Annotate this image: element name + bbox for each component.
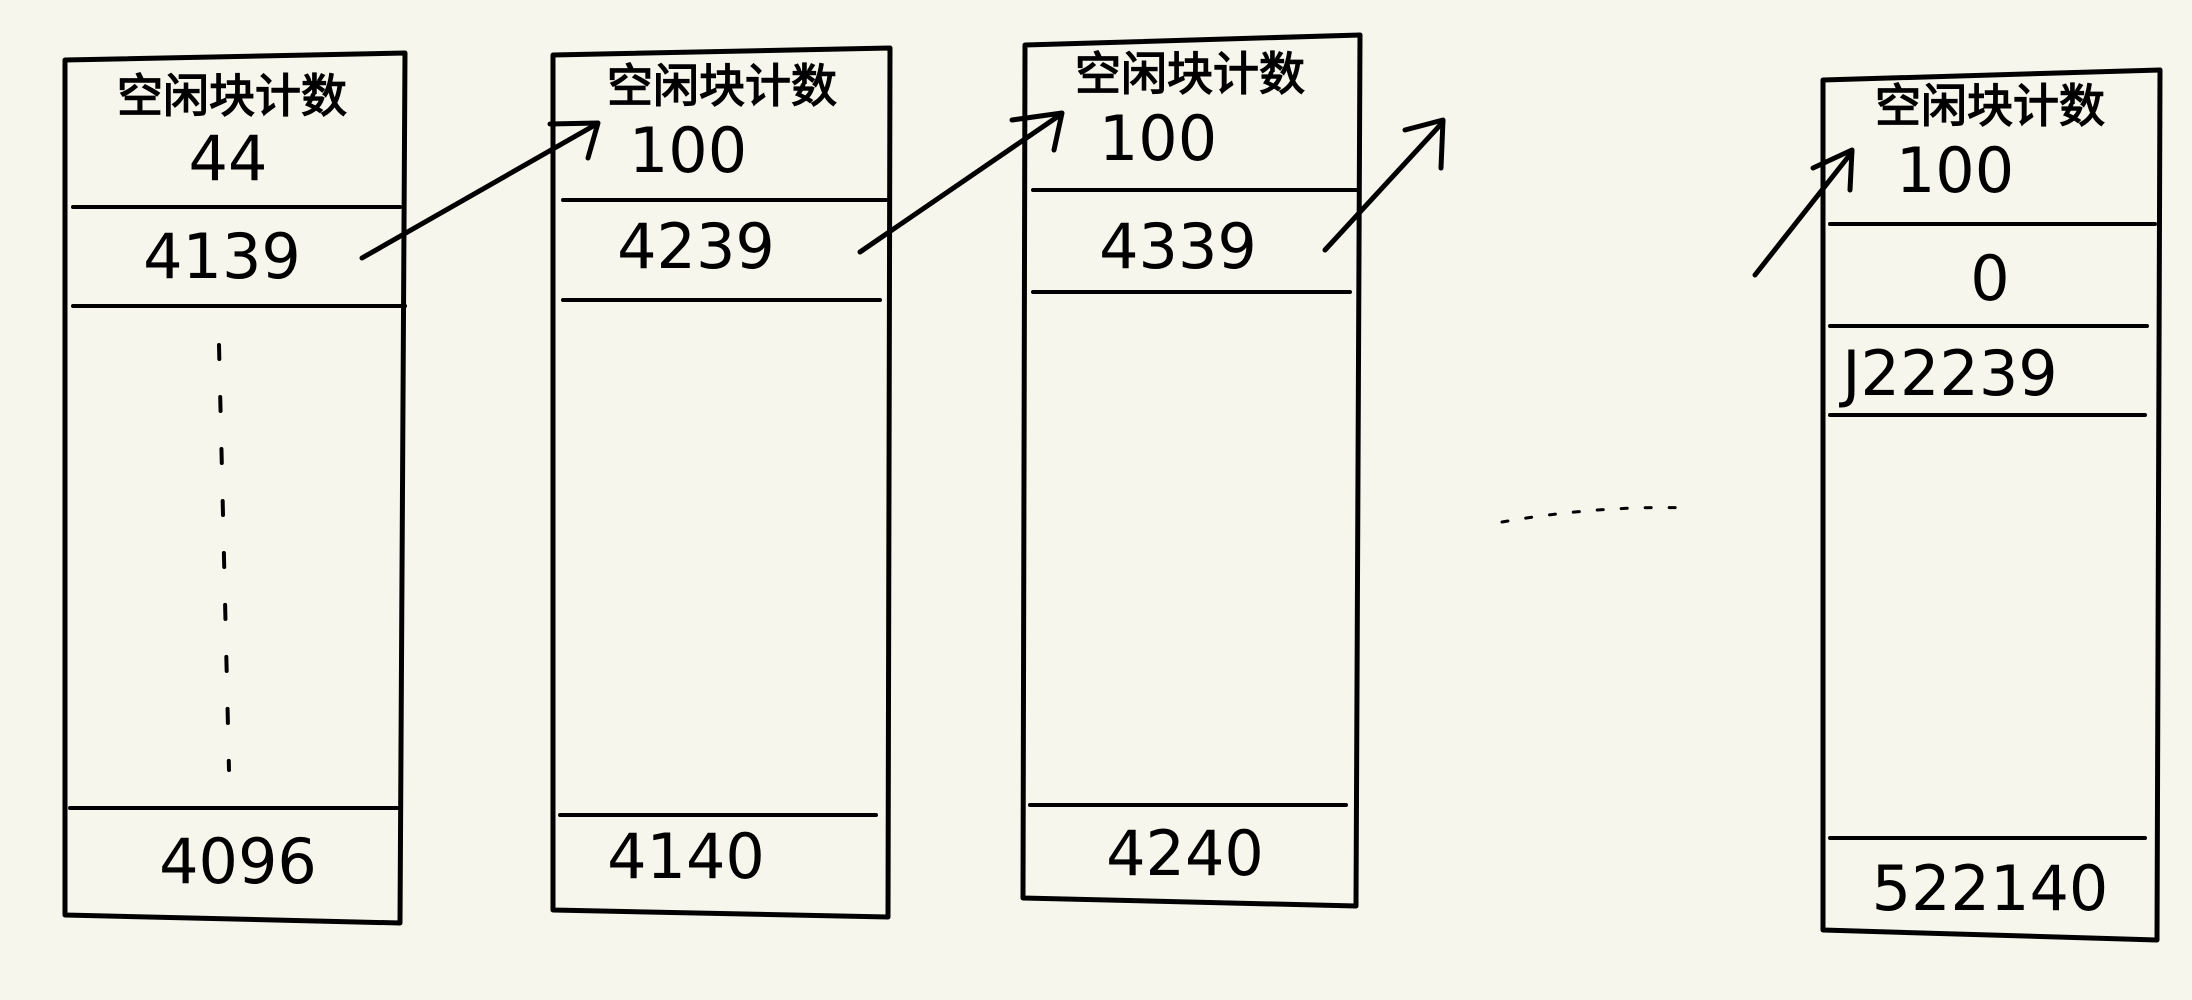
pointer-arrow-into-last: [1752, 147, 1855, 278]
block-3-header-label: 空闲块计数: [1075, 47, 1305, 101]
block-last-free-count: 100: [1896, 134, 2014, 207]
block-3-last-entry: 4240: [1106, 817, 1264, 890]
free-block-3: 空闲块计数 100 4339 4240: [1020, 32, 1363, 909]
block-last-second-entry: J22239: [1838, 337, 2058, 410]
block-last-first-entry: 0: [1970, 242, 2009, 315]
block-last-last-entry: 522140: [1872, 852, 2109, 925]
block-3-first-entry: 4339: [1099, 210, 1257, 283]
block-1-last-entry: 4096: [159, 825, 317, 898]
omitted-blocks-dots: [1500, 506, 1692, 524]
arrow-1-shaft: [359, 122, 598, 261]
block-1-first-entry: 4139: [143, 220, 301, 293]
pointer-arrow-1-to-2: [359, 120, 601, 261]
pointer-arrow-3-to-next: [1322, 117, 1446, 253]
block-3-free-count: 100: [1099, 102, 1217, 175]
block-2-first-entry: 4239: [617, 210, 775, 283]
free-block-2: 空闲块计数 100 4239 4140: [550, 45, 893, 920]
arrow-4-shaft: [1752, 149, 1855, 278]
block-2-header-label: 空闲块计数: [607, 59, 837, 113]
block-1-free-count: 44: [189, 122, 268, 195]
block-last-header-label: 空闲块计数: [1875, 79, 2105, 133]
free-block-last: 空闲块计数 100 0 J22239 522140: [1820, 67, 2163, 943]
arrow-3-shaft: [1322, 119, 1446, 253]
block-2-free-count: 100: [629, 114, 747, 187]
block-2-last-entry: 4140: [607, 820, 765, 893]
block-1-omitted-entries-dashes: [217, 343, 231, 772]
free-block-1: 空闲块计数 44 4139 4096: [62, 50, 408, 926]
free-block-chain-diagram: 空闲块计数 44 4139 4096 空闲块计数 100 4239 4140 空…: [62, 32, 2163, 943]
block-1-header-label: 空闲块计数: [117, 69, 347, 123]
